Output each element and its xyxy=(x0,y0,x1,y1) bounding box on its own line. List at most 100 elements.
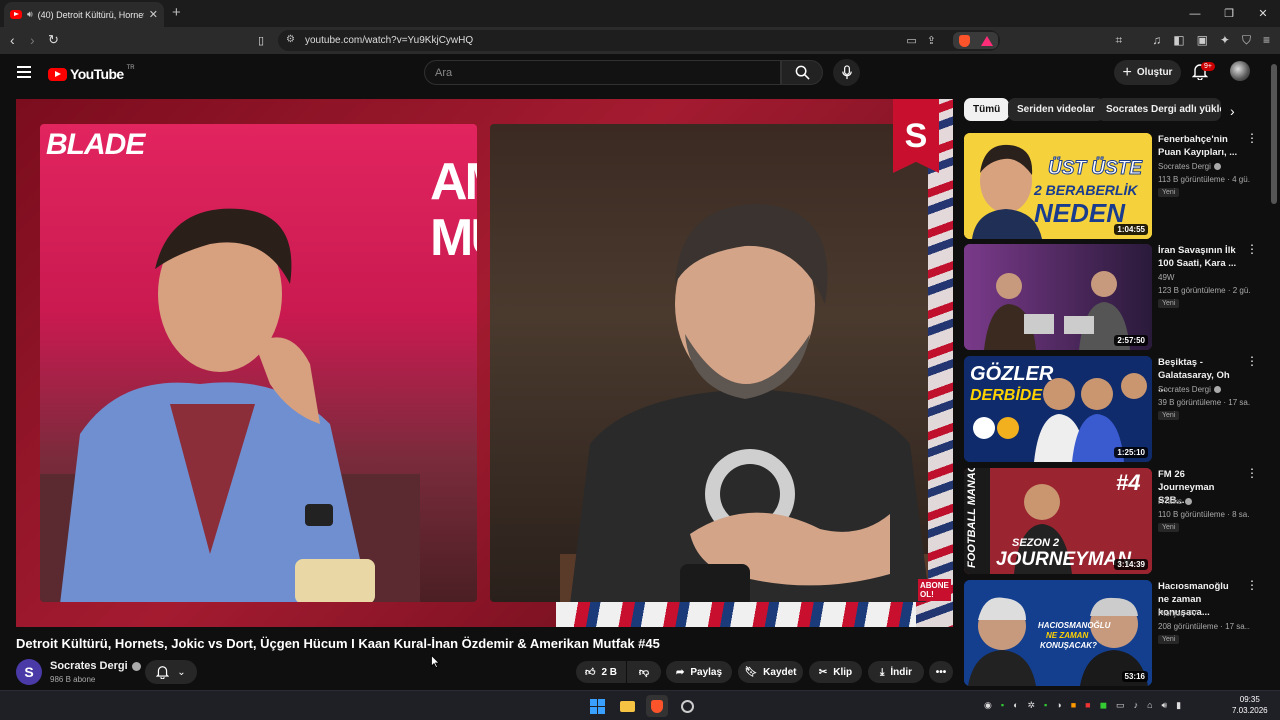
more-actions-button[interactable]: ••• xyxy=(929,661,953,683)
tray-app-icon[interactable]: ▭ xyxy=(1116,700,1125,711)
channel-avatar[interactable]: S xyxy=(16,659,42,685)
subscription-bell-button[interactable]: ⌄ xyxy=(145,660,197,684)
notification-badge: 9+ xyxy=(1201,62,1215,71)
recommendation-channel[interactable]: Pionjon TV xyxy=(1158,609,1197,618)
dislike-button[interactable]: 👎︎ xyxy=(627,661,661,683)
screenshot-icon[interactable]: ⌗ xyxy=(1115,33,1122,48)
restore-button[interactable]: ❐ xyxy=(1212,0,1246,27)
new-tab-button[interactable]: + xyxy=(172,4,181,21)
create-button[interactable]: + Oluştur xyxy=(1114,60,1181,85)
tray-app-icon[interactable]: ■ xyxy=(1071,700,1076,711)
recommendation-title[interactable]: İran Savaşının İlk 100 Saati, Kara ... xyxy=(1158,244,1238,270)
tray-app-icon[interactable]: ◼ xyxy=(1100,700,1107,711)
share-page-icon[interactable]: ⇪ xyxy=(927,34,936,47)
menu-icon[interactable]: ≡ xyxy=(1263,33,1270,48)
system-clock[interactable]: 09:35 7.03.2026 xyxy=(1232,694,1268,716)
more-vertical-icon[interactable]: ⋮ xyxy=(1246,467,1258,479)
video-player[interactable]: AM MU BLADE S ABONE OL! xyxy=(16,99,953,627)
channel-name[interactable]: 49W xyxy=(1158,273,1174,282)
search-button[interactable] xyxy=(781,60,823,85)
close-window-button[interactable]: ✕ xyxy=(1246,0,1280,27)
battery-icon[interactable]: ▮ xyxy=(1176,700,1181,711)
recommendation-item[interactable]: HACIOSMANOĞLU NE ZAMAN KONUŞACAK? 53:16 … xyxy=(964,579,1264,686)
back-arrow-icon[interactable]: ‹ xyxy=(10,32,15,48)
video-thumbnail[interactable]: GÖZLER DERBİDE 1:25:10 xyxy=(964,356,1152,462)
channel-name[interactable]: Socrates Dergi xyxy=(1158,162,1211,171)
youtube-logo[interactable]: YouTube TR xyxy=(48,65,135,82)
sidebar-icon[interactable]: ◧ xyxy=(1173,33,1184,48)
file-explorer-button[interactable] xyxy=(616,695,638,717)
download-button[interactable]: ⤓ İndir xyxy=(868,661,924,683)
video-thumbnail[interactable]: 2:57:50 xyxy=(964,244,1152,350)
channel-name[interactable]: HTalks xyxy=(1158,497,1182,506)
vpn-icon[interactable]: ⛉ xyxy=(1242,33,1251,48)
channel-name[interactable]: Pionjon TV xyxy=(1158,609,1197,618)
tray-app-icon[interactable]: ▪ xyxy=(1001,700,1004,711)
microphone-tray-icon[interactable]: ♪ xyxy=(1134,700,1139,711)
bookmark-icon[interactable]: ▯ xyxy=(258,34,264,47)
recommendation-item[interactable]: 2:57:50 İran Savaşının İlk 100 Saati, Ka… xyxy=(964,243,1264,350)
recommendation-item[interactable]: FOOTBALL MANAGER 26 #4 SEZON 2 JOURNEYMA… xyxy=(964,467,1264,574)
chevron-right-icon[interactable]: › xyxy=(1230,103,1235,119)
recommendation-channel[interactable]: Socrates Dergi xyxy=(1158,162,1221,171)
hamburger-menu-icon[interactable] xyxy=(17,66,31,81)
start-button[interactable] xyxy=(586,695,608,717)
brave-shield-icon[interactable] xyxy=(958,34,970,47)
browser-tab[interactable]: 🔊︎ (40) Detroit Kültürü, Hornets, J ✕ xyxy=(4,2,164,27)
wallet-icon[interactable]: ▣ xyxy=(1197,33,1208,48)
tray-app-icon[interactable]: ◉ xyxy=(984,700,992,711)
search-input[interactable]: Ara xyxy=(424,60,781,85)
recommendation-channel[interactable]: 49W xyxy=(1158,273,1174,282)
recommendation-title[interactable]: Fenerbahçe'nin Puan Kayıpları, ... xyxy=(1158,133,1238,159)
site-settings-icon[interactable]: ⚙︎ xyxy=(286,34,295,45)
voice-search-button[interactable] xyxy=(833,59,860,86)
video-panel-right xyxy=(490,124,928,602)
app-taskbar-button[interactable] xyxy=(676,695,698,717)
tray-app-icon[interactable]: ✲ xyxy=(1028,700,1036,711)
tray-app-icon[interactable]: ◑ xyxy=(1056,700,1061,711)
channel-name[interactable]: Socrates Dergi xyxy=(50,660,128,672)
video-thumbnail[interactable]: ÜST ÜSTE 2 BERABERLİK NEDEN 1:04:55 xyxy=(964,133,1152,239)
recommendation-channel[interactable]: Socrates Dergi xyxy=(1158,385,1221,394)
video-thumbnail[interactable]: HACIOSMANOĞLU NE ZAMAN KONUŞACAK? 53:16 xyxy=(964,580,1152,686)
music-icon[interactable]: ♫ xyxy=(1152,33,1161,48)
recommendation-item[interactable]: ÜST ÜSTE 2 BERABERLİK NEDEN 1:04:55 Fene… xyxy=(964,132,1264,239)
reload-icon[interactable]: ↻ xyxy=(48,32,59,48)
more-vertical-icon[interactable]: ⋮ xyxy=(1246,355,1258,367)
network-icon[interactable]: ⌂ xyxy=(1147,700,1152,711)
ai-icon[interactable]: ✦ xyxy=(1220,33,1230,48)
user-avatar[interactable] xyxy=(1230,61,1250,81)
like-button[interactable]: 👍︎ 2 B xyxy=(576,661,626,683)
save-button[interactable]: 🔖︎ Kaydet xyxy=(738,661,803,683)
more-vertical-icon[interactable]: ⋮ xyxy=(1246,132,1258,144)
recommendation-channel[interactable]: HTalks xyxy=(1158,497,1193,506)
url-text[interactable]: youtube.com/watch?v=Yu9KkjCywHQ xyxy=(305,35,473,46)
address-bar[interactable]: ⚙︎ youtube.com/watch?v=Yu9KkjCywHQ ▭ ⇪ xyxy=(278,30,1000,51)
tray-app-icon[interactable]: ◐ xyxy=(1013,700,1018,711)
app-icon xyxy=(680,699,694,713)
channel-name-row[interactable]: Socrates Dergi xyxy=(50,660,141,672)
chip-series-videos[interactable]: Seriden videolar xyxy=(1008,98,1104,121)
cast-icon[interactable]: ▭ xyxy=(906,34,916,47)
chip-all[interactable]: Tümü xyxy=(964,98,1010,121)
chip-uploader[interactable]: Socrates Dergi adlı yükleyi xyxy=(1097,98,1221,121)
tab-close-icon[interactable]: ✕ xyxy=(149,8,158,21)
brave-rewards-icon[interactable] xyxy=(980,35,993,46)
more-vertical-icon[interactable]: ⋮ xyxy=(1246,579,1258,591)
tray-app-icon[interactable]: ■ xyxy=(1085,700,1090,711)
recommendation-item[interactable]: GÖZLER DERBİDE 1:25:10 Beşiktaş - Galata… xyxy=(964,355,1264,462)
page-scrollbar[interactable] xyxy=(1271,64,1277,204)
browser-tab-bar: 🔊︎ (40) Detroit Kültürü, Hornets, J ✕ + … xyxy=(0,0,1280,27)
volume-icon[interactable]: 🔊︎ xyxy=(1162,700,1168,711)
video-thumbnail[interactable]: FOOTBALL MANAGER 26 #4 SEZON 2 JOURNEYMA… xyxy=(964,468,1152,574)
share-button[interactable]: ➦ Paylaş xyxy=(666,661,732,683)
tray-app-icon[interactable]: ▪ xyxy=(1044,700,1047,711)
brave-shields[interactable] xyxy=(953,32,998,49)
minimize-button[interactable]: — xyxy=(1178,0,1212,27)
clip-button[interactable]: ✂ Klip xyxy=(809,661,862,683)
brave-taskbar-button[interactable] xyxy=(646,695,668,717)
more-vertical-icon[interactable]: ⋮ xyxy=(1246,243,1258,255)
channel-name[interactable]: Socrates Dergi xyxy=(1158,385,1211,394)
forward-arrow-icon[interactable]: › xyxy=(30,32,35,48)
thumb-text: JOURNEYMAN xyxy=(996,549,1132,570)
